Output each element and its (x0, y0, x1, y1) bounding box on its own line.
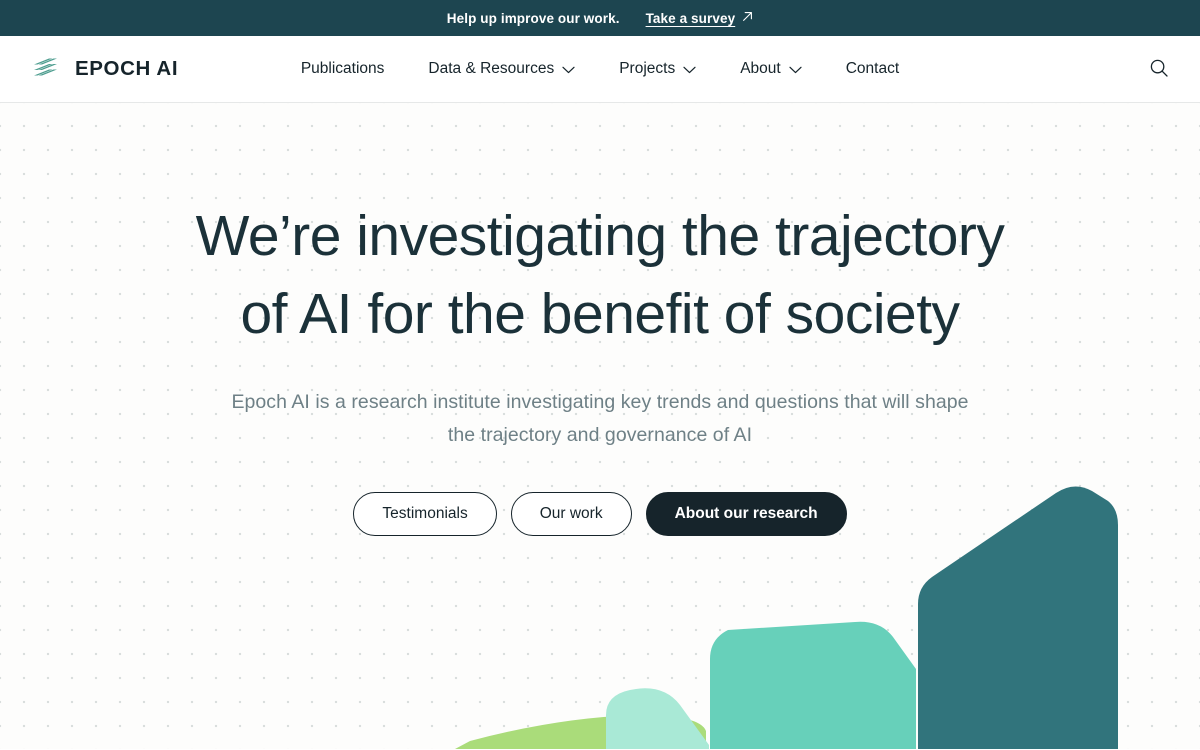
lime-bar-shape (455, 715, 706, 749)
hero-section: We’re investigating the trajectory of AI… (0, 103, 1200, 749)
logo-wordmark: EPOCH AI (75, 57, 179, 80)
nav-label: Publications (300, 60, 385, 77)
nav-label: Data & Resources (428, 60, 555, 77)
headline-line-1: We’re investigating the trajectory (195, 204, 1005, 268)
nav-item-contact[interactable]: Contact (824, 60, 921, 78)
chevron-down-icon (562, 61, 575, 79)
announcement-banner: Help up improve our work. Take a survey (0, 0, 1200, 36)
nav-item-publications[interactable]: Publications (279, 60, 407, 78)
page-title: We’re investigating the trajectory of AI… (0, 198, 1200, 353)
subtitle-line-2: the trajectory and governance of AI (447, 423, 753, 446)
nav-item-projects[interactable]: Projects (597, 59, 718, 79)
take-survey-link[interactable]: Take a survey (646, 9, 754, 27)
logo-home-link[interactable]: EPOCH AI (32, 54, 178, 85)
hero-cta-row: Testimonials Our work About our research (0, 491, 1200, 536)
epoch-logo-mark-icon (32, 54, 62, 85)
green-bar-shape (710, 621, 916, 749)
headline-line-2: of AI for the benefit of society (240, 281, 960, 346)
nav-label: Contact (845, 60, 900, 77)
about-our-research-button[interactable]: About our research (645, 491, 847, 536)
search-icon (1149, 58, 1169, 81)
arrow-up-right-icon (742, 9, 753, 27)
hero-subtitle: Epoch AI is a research institute investi… (0, 386, 1200, 452)
chevron-down-icon (683, 61, 696, 79)
our-work-button[interactable]: Our work (510, 491, 632, 536)
testimonials-button[interactable]: Testimonials (353, 491, 497, 536)
nav-item-about[interactable]: About (718, 59, 824, 79)
nav-item-data-and-resources[interactable]: Data & Resources (406, 59, 597, 79)
nav-label: Projects (619, 60, 676, 77)
take-survey-label: Take a survey (645, 10, 736, 26)
mint-bar-shape (606, 688, 709, 749)
main-navigation: Publications Data & Resources Projects A… (0, 59, 1200, 79)
subtitle-line-1: Epoch AI is a research institute investi… (231, 391, 969, 414)
banner-message: Help up improve our work. (446, 10, 620, 26)
chevron-down-icon (789, 61, 802, 79)
site-header: EPOCH AI Publications Data & Resources P… (0, 36, 1200, 103)
hero-content: We’re investigating the trajectory of AI… (0, 103, 1200, 536)
search-button[interactable] (1142, 52, 1176, 86)
nav-label: About (740, 60, 781, 77)
